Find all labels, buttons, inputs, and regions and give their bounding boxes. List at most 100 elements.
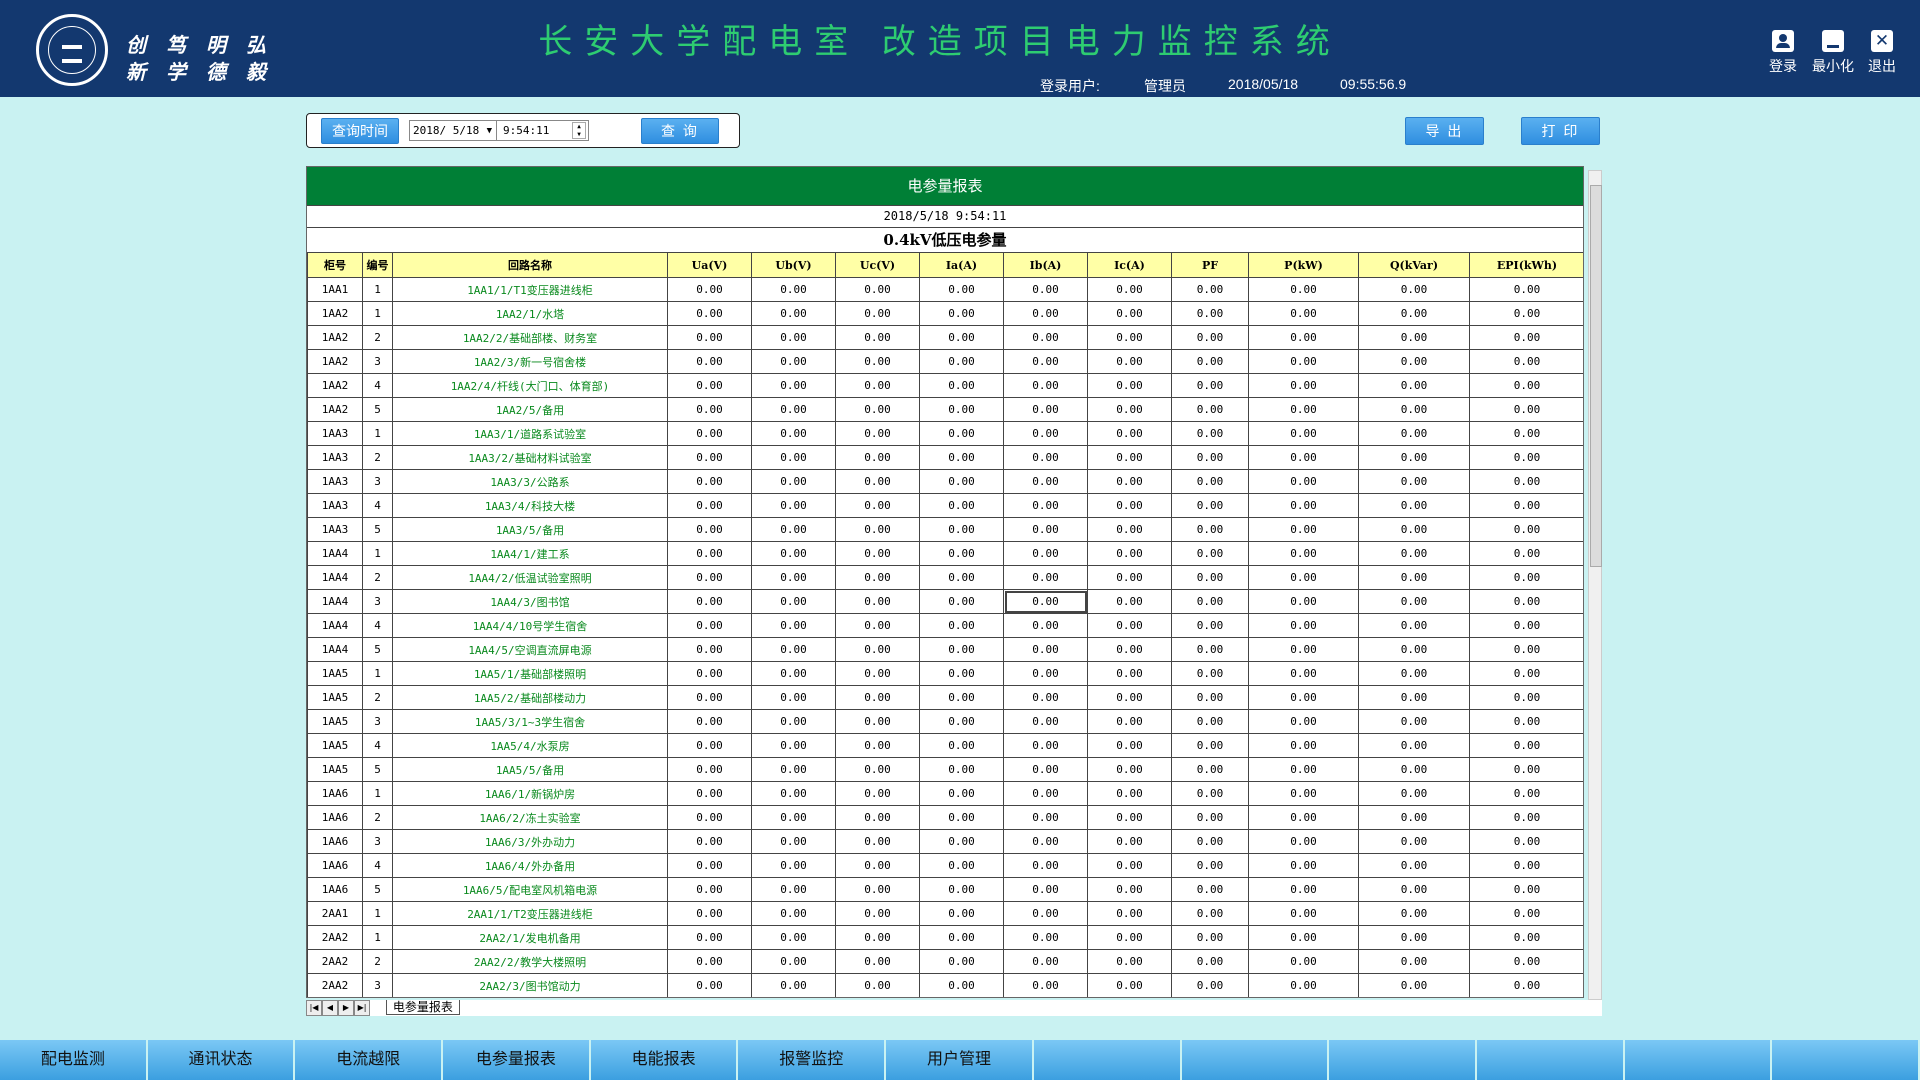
number-cell[interactable]: 5 xyxy=(362,877,393,902)
value-cell[interactable]: 0.00 xyxy=(667,877,752,902)
value-cell[interactable]: 0.00 xyxy=(1171,661,1249,686)
value-cell[interactable]: 0.00 xyxy=(1358,277,1470,302)
value-cell[interactable]: 0.00 xyxy=(751,973,836,997)
value-cell[interactable]: 0.00 xyxy=(751,925,836,950)
value-cell[interactable]: 0.00 xyxy=(1171,709,1249,734)
value-cell[interactable]: 0.00 xyxy=(1358,805,1470,830)
value-cell[interactable]: 0.00 xyxy=(835,733,920,758)
value-cell[interactable]: 0.00 xyxy=(667,493,752,518)
value-cell[interactable]: 0.00 xyxy=(1248,349,1359,374)
value-cell[interactable]: 0.00 xyxy=(835,373,920,398)
value-cell[interactable]: 0.00 xyxy=(667,373,752,398)
number-cell[interactable]: 4 xyxy=(362,733,393,758)
value-cell[interactable]: 0.00 xyxy=(1469,829,1583,854)
value-cell[interactable]: 0.00 xyxy=(1003,349,1088,374)
value-cell[interactable]: 0.00 xyxy=(1087,397,1172,422)
circuit-name-cell[interactable]: 1AA4/2/低温试验室照明 xyxy=(392,565,668,590)
value-cell[interactable]: 0.00 xyxy=(835,469,920,494)
value-cell[interactable]: 0.00 xyxy=(1003,733,1088,758)
value-cell[interactable]: 0.00 xyxy=(1358,733,1470,758)
value-cell[interactable]: 0.00 xyxy=(1248,421,1359,446)
circuit-name-cell[interactable]: 1AA6/2/冻土实验室 xyxy=(392,805,668,830)
value-cell[interactable]: 0.00 xyxy=(1248,709,1359,734)
value-cell[interactable]: 0.00 xyxy=(1248,613,1359,638)
spinner-icon[interactable]: ▲ ▼ xyxy=(572,122,586,139)
value-cell[interactable]: 0.00 xyxy=(835,757,920,782)
value-cell[interactable]: 0.00 xyxy=(751,613,836,638)
value-cell[interactable]: 0.00 xyxy=(1358,829,1470,854)
value-cell[interactable]: 0.00 xyxy=(751,373,836,398)
value-cell[interactable]: 0.00 xyxy=(1003,421,1088,446)
value-cell[interactable]: 0.00 xyxy=(1171,733,1249,758)
circuit-name-cell[interactable]: 1AA5/4/水泵房 xyxy=(392,733,668,758)
value-cell[interactable]: 0.00 xyxy=(1358,685,1470,710)
value-cell[interactable]: 0.00 xyxy=(919,877,1004,902)
value-cell[interactable]: 0.00 xyxy=(667,517,752,542)
value-cell[interactable]: 0.00 xyxy=(1248,853,1359,878)
value-cell[interactable]: 0.00 xyxy=(1087,901,1172,926)
value-cell[interactable]: 0.00 xyxy=(1171,301,1249,326)
value-cell[interactable]: 0.00 xyxy=(1087,277,1172,302)
cabinet-cell[interactable]: 1AA5 xyxy=(307,709,363,734)
value-cell[interactable]: 0.00 xyxy=(835,325,920,350)
circuit-name-cell[interactable]: 1AA2/2/基础部楼、财务室 xyxy=(392,325,668,350)
cabinet-cell[interactable]: 1AA5 xyxy=(307,661,363,686)
value-cell[interactable]: 0.00 xyxy=(667,829,752,854)
exit-button[interactable]: ✕ 退出 xyxy=(1858,30,1906,76)
value-cell[interactable]: 0.00 xyxy=(835,445,920,470)
value-cell[interactable]: 0.00 xyxy=(1087,301,1172,326)
value-cell[interactable]: 0.00 xyxy=(1469,661,1583,686)
number-cell[interactable]: 3 xyxy=(362,973,393,997)
value-cell[interactable]: 0.00 xyxy=(1087,637,1172,662)
value-cell[interactable]: 0.00 xyxy=(1358,877,1470,902)
value-cell[interactable]: 0.00 xyxy=(667,637,752,662)
value-cell[interactable]: 0.00 xyxy=(751,589,836,614)
nav-item[interactable]: 电流越限 xyxy=(295,1040,444,1080)
value-cell[interactable]: 0.00 xyxy=(1248,877,1359,902)
circuit-name-cell[interactable]: 1AA4/1/建工系 xyxy=(392,541,668,566)
value-cell[interactable]: 0.00 xyxy=(1003,589,1088,614)
value-cell[interactable]: 0.00 xyxy=(1248,805,1359,830)
value-cell[interactable]: 0.00 xyxy=(1358,421,1470,446)
value-cell[interactable]: 0.00 xyxy=(1003,901,1088,926)
scrollbar-thumb[interactable] xyxy=(1590,185,1602,567)
number-cell[interactable]: 2 xyxy=(362,805,393,830)
date-picker[interactable]: 2018/ 5/18 ▼ xyxy=(409,120,497,141)
value-cell[interactable]: 0.00 xyxy=(919,589,1004,614)
value-cell[interactable]: 0.00 xyxy=(919,685,1004,710)
value-cell[interactable]: 0.00 xyxy=(1358,613,1470,638)
value-cell[interactable]: 0.00 xyxy=(1087,445,1172,470)
value-cell[interactable]: 0.00 xyxy=(1469,901,1583,926)
value-cell[interactable]: 0.00 xyxy=(1087,709,1172,734)
value-cell[interactable]: 0.00 xyxy=(1469,421,1583,446)
value-cell[interactable]: 0.00 xyxy=(1087,973,1172,997)
value-cell[interactable]: 0.00 xyxy=(1248,589,1359,614)
value-cell[interactable]: 0.00 xyxy=(751,781,836,806)
value-cell[interactable]: 0.00 xyxy=(1003,949,1088,974)
value-cell[interactable]: 0.00 xyxy=(1171,637,1249,662)
value-cell[interactable]: 0.00 xyxy=(751,493,836,518)
circuit-name-cell[interactable]: 1AA3/1/道路系试验室 xyxy=(392,421,668,446)
nav-item[interactable]: 报警监控 xyxy=(738,1040,887,1080)
value-cell[interactable]: 0.00 xyxy=(1248,373,1359,398)
number-cell[interactable]: 3 xyxy=(362,589,393,614)
value-cell[interactable]: 0.00 xyxy=(919,301,1004,326)
value-cell[interactable]: 0.00 xyxy=(1248,517,1359,542)
value-cell[interactable]: 0.00 xyxy=(1003,925,1088,950)
value-cell[interactable]: 0.00 xyxy=(1087,541,1172,566)
value-cell[interactable]: 0.00 xyxy=(1469,349,1583,374)
value-cell[interactable]: 0.00 xyxy=(1087,685,1172,710)
value-cell[interactable]: 0.00 xyxy=(667,445,752,470)
cabinet-cell[interactable]: 1AA2 xyxy=(307,325,363,350)
number-cell[interactable]: 4 xyxy=(362,853,393,878)
value-cell[interactable]: 0.00 xyxy=(1469,853,1583,878)
value-cell[interactable]: 0.00 xyxy=(1171,613,1249,638)
value-cell[interactable]: 0.00 xyxy=(1248,397,1359,422)
cabinet-cell[interactable]: 1AA2 xyxy=(307,301,363,326)
value-cell[interactable]: 0.00 xyxy=(667,325,752,350)
cabinet-cell[interactable]: 1AA3 xyxy=(307,469,363,494)
value-cell[interactable]: 0.00 xyxy=(1087,805,1172,830)
cabinet-cell[interactable]: 1AA2 xyxy=(307,397,363,422)
cabinet-cell[interactable]: 2AA2 xyxy=(307,925,363,950)
value-cell[interactable]: 0.00 xyxy=(667,661,752,686)
